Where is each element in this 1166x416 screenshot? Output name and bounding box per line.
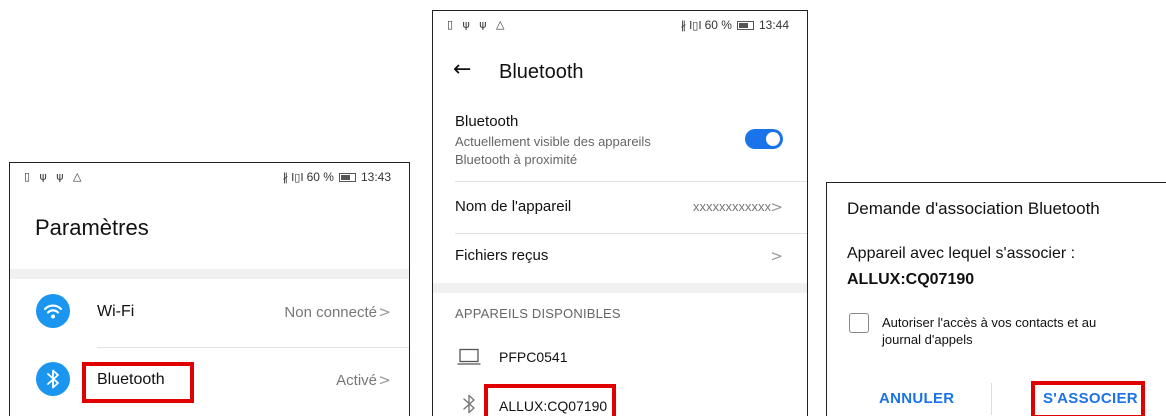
signal-icon: I▯I (291, 170, 304, 184)
bluetooth-screen: ▯ ψ ψ △ ∦ I▯I 60 % 13:44 ← Bluetooth Blu… (432, 10, 808, 416)
row-divider (455, 181, 807, 182)
status-right: ∦ I▯I 60 % 13:44 (681, 18, 789, 32)
bluetooth-status-icon: ∦ (680, 18, 687, 32)
toggle-description-line1: Actuellement visible des appareils (455, 134, 651, 149)
chevron-right-icon: > (770, 198, 783, 216)
bluetooth-toggle[interactable] (745, 129, 783, 149)
status-bar: ▯ ψ ψ △ ∦ I▯I 60 % 13:43 (10, 163, 409, 189)
toggle-knob (766, 132, 780, 146)
checkbox-label-line1: Autoriser l'accès à vos contacts et au (882, 315, 1097, 330)
section-divider (10, 269, 409, 279)
row-divider (455, 233, 807, 234)
row-divider (97, 347, 409, 348)
settings-item-value: Activé (336, 372, 377, 389)
highlight-box (1031, 381, 1145, 416)
bluetooth-toggle-row: Bluetooth Actuellement visible des appar… (433, 109, 807, 179)
device-item-pfpc0541[interactable]: PFPC0541 (433, 339, 807, 379)
bluetooth-status-icon: ∦ (282, 170, 289, 184)
highlight-box (484, 384, 616, 416)
settings-item-label: Wi-Fi (97, 303, 135, 320)
signal-icon: I▯I (689, 18, 702, 32)
chevron-right-icon: > (378, 303, 391, 321)
section-divider (433, 283, 807, 293)
battery-percent: 60 % (704, 18, 732, 32)
status-bar: ▯ ψ ψ △ ∦ I▯I 60 % 13:44 (433, 11, 807, 37)
wifi-icon (36, 294, 70, 328)
highlight-box (82, 362, 194, 403)
clock: 13:44 (758, 18, 789, 32)
device-name-row[interactable]: Nom de l'appareil xxxxxxxxxxxx > (433, 183, 807, 233)
status-right: ∦ I▯I 60 % 13:43 (283, 170, 391, 184)
battery-icon (338, 172, 356, 182)
checkbox-label: Autoriser l'accès à vos contacts et au j… (882, 314, 1152, 348)
page-title: Bluetooth (499, 61, 584, 83)
status-left-icons: ▯ ψ ψ △ (447, 18, 508, 31)
bluetooth-icon (36, 362, 70, 396)
status-left-icons: ▯ ψ ψ △ (24, 170, 85, 183)
dialog-device-name: ALLUX:CQ07190 (847, 271, 975, 288)
device-name-label: Nom de l'appareil (455, 198, 572, 215)
chevron-right-icon: > (378, 371, 391, 389)
page-title: Paramètres (35, 215, 149, 240)
device-name-value: xxxxxxxxxxxx (693, 199, 771, 214)
settings-item-bluetooth[interactable]: Bluetooth Activé > (10, 349, 409, 415)
toggle-description-line2: Bluetooth à proximité (455, 152, 578, 167)
settings-item-value: Non connecté (284, 304, 377, 321)
battery-icon (736, 20, 754, 30)
cancel-button[interactable]: ANNULER (879, 390, 954, 407)
clock: 13:43 (360, 170, 391, 184)
received-files-label: Fichiers reçus (455, 247, 549, 264)
received-files-row[interactable]: Fichiers reçus > (433, 235, 807, 281)
back-arrow-icon[interactable]: ← (453, 57, 471, 82)
button-separator (991, 383, 992, 415)
dialog-prompt: Appareil avec lequel s'associer : (847, 245, 1076, 262)
dialog-title: Demande d'association Bluetooth (847, 199, 1100, 218)
available-devices-header: APPAREILS DISPONIBLES (455, 306, 621, 321)
chevron-right-icon: > (770, 247, 783, 265)
device-name: PFPC0541 (499, 349, 568, 365)
settings-item-wifi[interactable]: Wi-Fi Non connecté > (10, 279, 409, 345)
contacts-access-checkbox[interactable] (849, 313, 869, 333)
laptop-icon (457, 348, 481, 371)
toggle-label: Bluetooth (455, 113, 519, 130)
bluetooth-icon (459, 393, 479, 416)
pairing-dialog: Demande d'association Bluetooth Appareil… (826, 182, 1166, 416)
checkbox-label-line2: journal d'appels (882, 332, 973, 347)
settings-screen: ▯ ψ ψ △ ∦ I▯I 60 % 13:43 Paramètres Wi-F… (9, 162, 410, 416)
battery-percent: 60 % (306, 170, 334, 184)
